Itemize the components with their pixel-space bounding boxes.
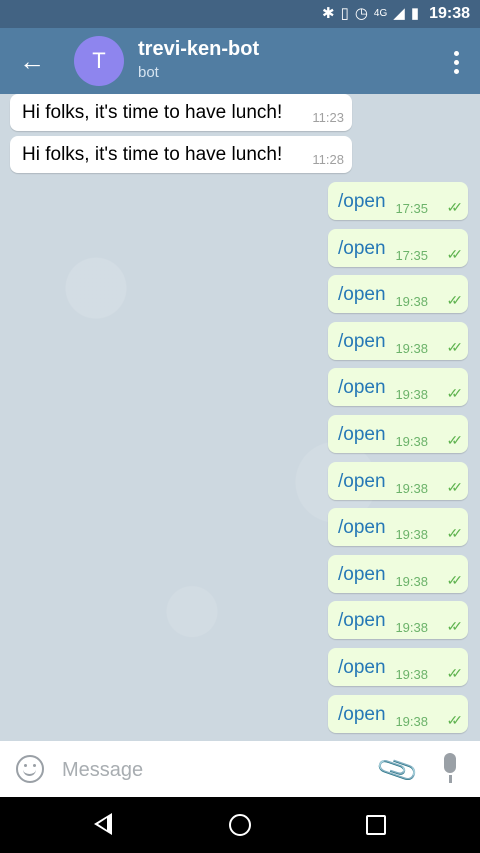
chat-title[interactable]: trevi-ken-bot [138,38,259,61]
emoji-icon[interactable] [16,755,44,783]
message-text[interactable]: /open [338,704,386,726]
message-time: 19:38 [395,667,428,682]
signal-icon: ◢ [393,5,405,22]
message-time: 11:23 [312,110,344,125]
incoming-message[interactable]: Hi folks, it's time to have lunch! 11:23 [10,94,352,131]
more-options-icon[interactable] [444,44,468,80]
double-check-icon: ✓✓ [446,245,464,262]
message-time: 19:38 [395,713,428,729]
message-time: 17:35 [395,247,428,263]
message-text[interactable]: /open [338,471,386,493]
message-text[interactable]: /open [338,331,386,353]
microphone-icon[interactable] [438,753,462,785]
bluetooth-icon: ✱ [321,5,335,22]
double-check-icon: ✓✓ [446,618,464,635]
outgoing-message[interactable]: /open 19:38 ✓✓ [328,601,468,640]
double-check-icon: ✓✓ [446,432,464,448]
message-text[interactable]: /open [338,424,386,446]
battery-icon: ▮ [410,5,420,22]
outgoing-message[interactable]: /open 19:38 ✓✓ [328,648,468,686]
double-check-icon: ✓✓ [446,665,464,681]
status-icons: ✱ ▯ ◷ 4G ◢ ▮ 19:38 [322,4,470,24]
incoming-message[interactable]: Hi folks, it's time to have lunch! 11:28 [10,136,352,173]
message-input[interactable] [60,751,364,789]
double-check-icon: ✓✓ [446,385,464,402]
message-text[interactable]: /open [338,191,386,213]
status-time: 19:38 [429,5,470,22]
outgoing-message[interactable]: /open 19:38 ✓✓ [328,321,468,360]
double-check-icon: ✓✓ [446,199,464,215]
message-time: 19:38 [395,527,428,543]
message-time: 19:38 [395,387,428,403]
avatar[interactable]: T [74,36,124,86]
alarm-icon: ◷ [354,5,368,22]
status-bar: ✱ ▯ ◷ 4G ◢ ▮ 19:38 [0,0,480,28]
message-text[interactable]: /open [338,377,386,399]
message-time: 19:38 [395,480,428,496]
message-time: 19:38 [395,573,428,589]
message-text[interactable]: /open [338,564,386,586]
attach-icon[interactable]: 📎 [374,746,421,792]
double-check-icon: ✓✓ [446,292,464,309]
double-check-icon: ✓✓ [446,525,464,542]
nav-home-icon[interactable] [229,814,251,836]
outgoing-message[interactable]: /open 19:38 ✓✓ [328,461,468,500]
message-text: Hi folks, it's time to have lunch! [22,144,283,165]
message-text[interactable]: /open [338,517,386,539]
outgoing-message[interactable]: /open 19:38 ✓✓ [328,694,468,733]
double-check-icon: ✓✓ [446,571,464,588]
nav-back-icon[interactable] [94,813,112,835]
outgoing-message[interactable]: /open 19:38 ✓✓ [328,275,468,314]
nav-recents-icon[interactable] [366,815,386,835]
message-time: 17:35 [395,201,428,216]
message-text[interactable]: /open [338,610,386,632]
outgoing-message[interactable]: /open 19:38 ✓✓ [328,415,468,453]
message-time: 19:38 [395,434,428,449]
message-time: 19:38 [395,294,428,310]
message-time: 19:38 [395,340,428,356]
outgoing-message[interactable]: /open 19:38 ✓✓ [328,368,468,407]
double-check-icon: ✓✓ [446,711,464,728]
composer: 📎 [0,741,480,797]
outgoing-message[interactable]: /open 17:35 ✓✓ [328,182,468,220]
message-list[interactable]: Hi folks, it's time to have lunch! 11:23 H… [0,94,480,741]
double-check-icon: ✓✓ [446,338,464,355]
system-nav-bar [0,797,480,853]
message-text[interactable]: /open [338,238,386,260]
message-text: Hi folks, it's time to have lunch! [22,102,283,123]
message-text[interactable]: /open [338,657,386,679]
message-time: 19:38 [395,620,428,636]
chat-header: ← T trevi-ken-bot bot [0,28,480,94]
outgoing-message[interactable]: /open 19:38 ✓✓ [328,508,468,547]
double-check-icon: ✓✓ [446,478,464,495]
message-time: 11:28 [312,152,344,167]
outgoing-message[interactable]: /open 19:38 ✓✓ [328,554,468,593]
network-label: 4G [373,8,388,19]
vibrate-icon: ▯ [340,5,349,22]
outgoing-message[interactable]: /open 17:35 ✓✓ [328,228,468,267]
message-text[interactable]: /open [338,284,386,306]
chat-subtitle: bot [138,64,159,81]
back-arrow-icon[interactable]: ← [14,44,50,80]
